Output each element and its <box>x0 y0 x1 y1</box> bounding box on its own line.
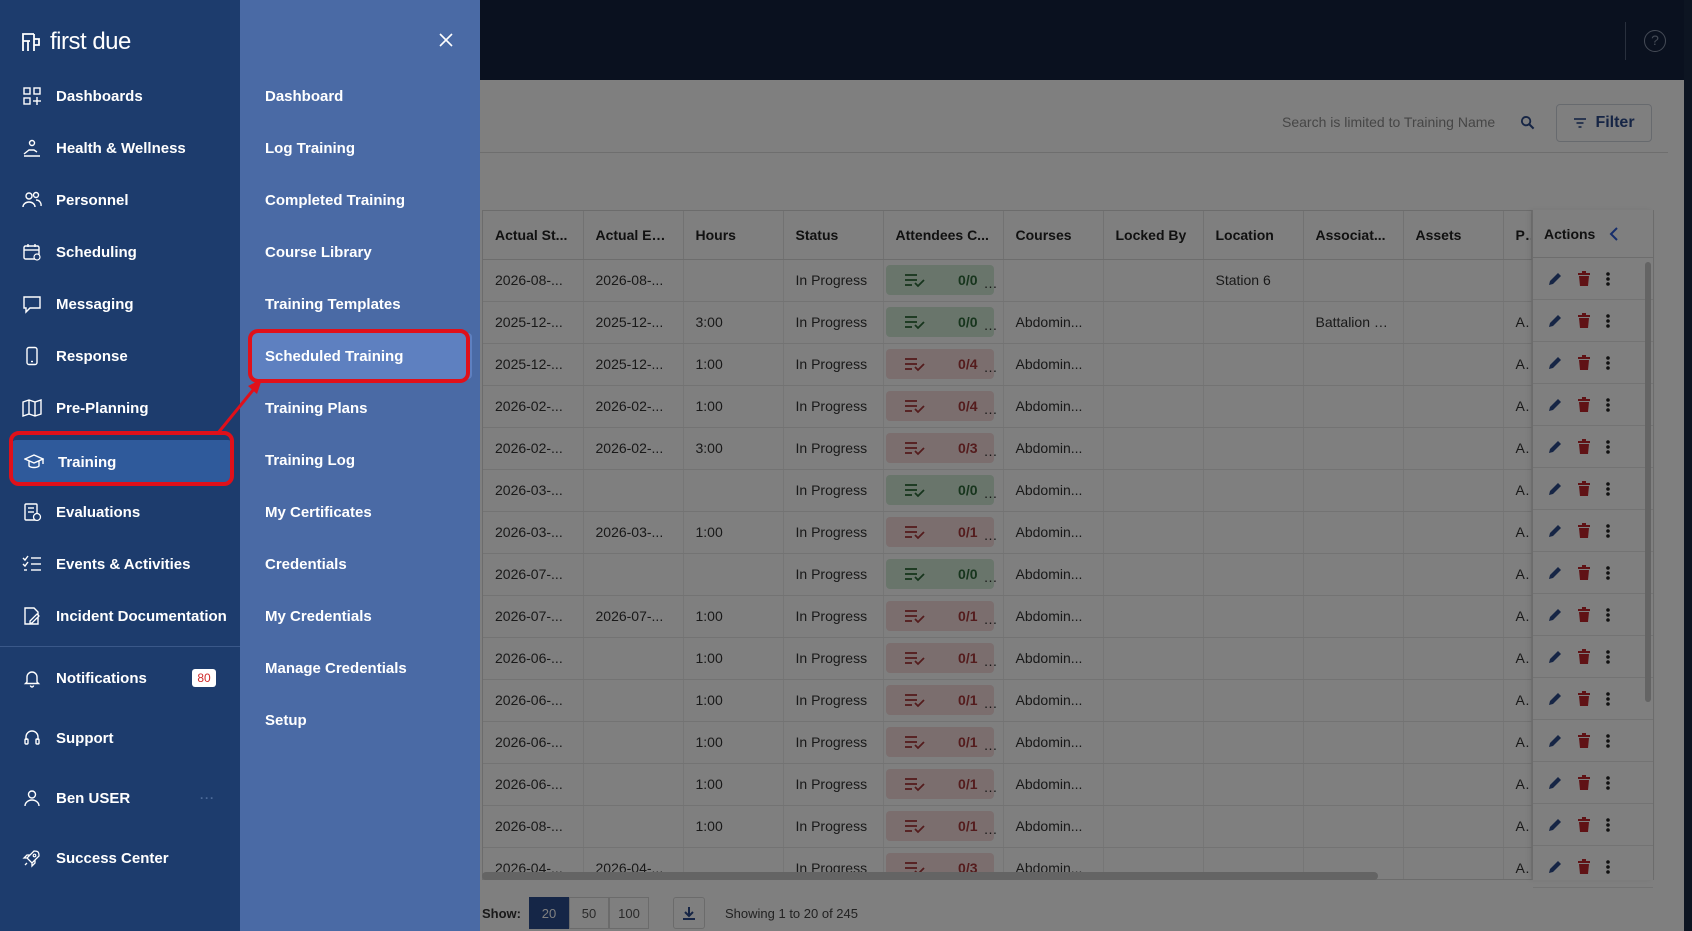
highlight-training-nav <box>9 431 234 486</box>
evaluation-icon <box>24 503 42 522</box>
nav-item-support[interactable]: Support <box>0 712 240 764</box>
nav-item-label: Ben USER <box>56 789 131 807</box>
submenu-item-label: Training Plans <box>265 399 368 417</box>
submenu-item-setup[interactable]: Setup <box>240 697 480 743</box>
submenu-item-completed-training[interactable]: Completed Training <box>240 177 480 223</box>
submenu-item-dashboard[interactable]: Dashboard <box>240 73 480 119</box>
submenu-item-training-log[interactable]: Training Log <box>240 437 480 483</box>
nav-item-label: Dashboards <box>56 87 143 105</box>
map-icon <box>22 399 42 417</box>
nav-item-incident-documentation[interactable]: Incident Documentation <box>0 590 240 642</box>
submenu-item-label: Setup <box>265 711 307 729</box>
nav-item-label: Messaging <box>56 295 134 313</box>
user-icon <box>24 790 40 807</box>
submenu-item-label: Course Library <box>265 243 372 261</box>
submenu-item-label: Log Training <box>265 139 355 157</box>
submenu-item-my-credentials[interactable]: My Credentials <box>240 593 480 639</box>
submenu-item-label: Training Templates <box>265 295 401 313</box>
nav-item-evaluations[interactable]: Evaluations <box>0 486 240 538</box>
rocket-icon <box>22 850 40 868</box>
submenu-item-my-certificates[interactable]: My Certificates <box>240 489 480 535</box>
nav-item-label: Support <box>56 729 114 747</box>
nav-item-dashboards[interactable]: Dashboards <box>0 70 240 122</box>
training-submenu: Dashboard Log Training Completed Training C… <box>240 0 480 931</box>
submenu-item-label: Dashboard <box>265 87 344 105</box>
dashboard-icon <box>23 87 41 105</box>
nav-item-pre-planning[interactable]: Pre-Planning <box>0 382 240 434</box>
nav-item-events-activities[interactable]: Events & Activities <box>0 538 240 590</box>
people-icon <box>22 191 42 208</box>
nav-item-label: Health & Wellness <box>56 139 186 157</box>
nav-item-label: Pre-Planning <box>56 399 149 417</box>
modal-overlay[interactable] <box>480 0 1692 931</box>
nav-item-label: Events & Activities <box>56 555 191 573</box>
nav-item-notifications[interactable]: Notifications 80 <box>0 652 240 704</box>
submenu-item-log-training[interactable]: Log Training <box>240 125 480 171</box>
health-icon <box>23 139 40 157</box>
notification-badge: 80 <box>192 669 216 687</box>
submenu-item-credentials[interactable]: Credentials <box>240 541 480 587</box>
calendar-icon <box>23 244 41 261</box>
nav-item-label: Notifications <box>56 669 147 687</box>
first-due-logo-icon <box>22 33 40 51</box>
more-dots-icon[interactable]: ··· <box>200 791 215 805</box>
nav-item-personnel[interactable]: Personnel <box>0 174 240 226</box>
submenu-item-label: Credentials <box>265 555 347 573</box>
bell-icon <box>23 671 41 688</box>
submenu-item-training-templates[interactable]: Training Templates <box>240 281 480 327</box>
submenu-item-training-plans[interactable]: Training Plans <box>240 385 480 431</box>
phone-icon <box>26 346 38 366</box>
brand-logo[interactable]: first due <box>20 28 131 56</box>
nav-item-messaging[interactable]: Messaging <box>0 278 240 330</box>
nav-item-success-center[interactable]: Success Center <box>0 832 240 884</box>
nav-item-label: Personnel <box>56 191 129 209</box>
headset-icon <box>24 730 40 745</box>
nav-item-label: Response <box>56 347 128 365</box>
list-check-icon <box>22 555 41 571</box>
nav-item-response[interactable]: Response <box>0 330 240 382</box>
submenu-item-manage-credentials[interactable]: Manage Credentials <box>240 645 480 691</box>
nav-item-label: Scheduling <box>56 243 137 261</box>
highlight-scheduled-training <box>248 329 470 383</box>
message-icon <box>23 296 41 314</box>
nav-item-label: Evaluations <box>56 503 141 521</box>
document-edit-icon <box>24 607 40 625</box>
nav-item-user[interactable]: Ben USER ··· <box>0 772 240 824</box>
submenu-item-label: Manage Credentials <box>265 659 407 677</box>
close-icon[interactable] <box>436 30 456 50</box>
submenu-item-course-library[interactable]: Course Library <box>240 229 480 275</box>
submenu-item-label: My Certificates <box>265 503 372 521</box>
brand-name: first due <box>50 28 131 55</box>
submenu-item-label: Training Log <box>265 451 355 469</box>
submenu-item-label: Completed Training <box>265 191 406 209</box>
nav-item-health-wellness[interactable]: Health & Wellness <box>0 122 240 174</box>
nav-item-scheduling[interactable]: Scheduling <box>0 226 240 278</box>
nav-item-label: Incident Documentation <box>56 607 227 625</box>
submenu-item-label: My Credentials <box>265 607 372 625</box>
nav-separator <box>0 646 240 647</box>
nav-item-label: Success Center <box>56 849 169 867</box>
